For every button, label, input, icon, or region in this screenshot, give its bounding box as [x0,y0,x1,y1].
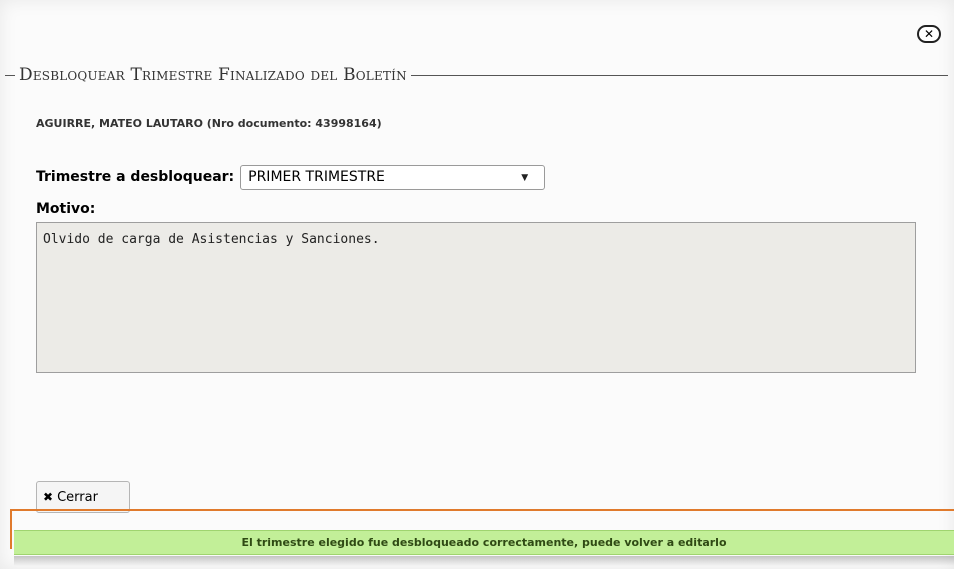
trimestre-row: Trimestre a desbloquear: PRIMER TRIMESTR… [36,164,546,190]
unlock-dialog: ✕ Desbloquear Trimestre Finalizado del B… [0,0,954,569]
success-notification: El trimestre elegido fue desbloqueado co… [14,530,954,555]
legend-line [410,74,948,76]
success-message: El trimestre elegido fue desbloqueado co… [241,536,727,549]
trimestre-select[interactable]: PRIMER TRIMESTRE ▼ [240,164,546,190]
student-info: AGUIRRE, MATEO LAUTARO (Nro documento: 4… [36,117,382,130]
dialog-title: Desbloquear Trimestre Finalizado del Bol… [19,65,407,85]
legend-dash [5,74,15,76]
dialog-legend: Desbloquear Trimestre Finalizado del Bol… [5,62,954,88]
close-dialog-button[interactable]: ✕ [917,25,941,43]
trimestre-label: Trimestre a desbloquear: [36,169,235,185]
cerrar-label: Cerrar [57,489,98,505]
close-icon: ✕ [923,27,935,41]
motivo-textarea[interactable]: Olvido de carga de Asistencias y Sancion… [36,222,916,373]
bottom-shadow [14,556,954,566]
motivo-label: Motivo: [36,201,96,217]
x-icon: ✖ [43,490,54,504]
dropdown-arrow-icon: ▼ [521,172,529,183]
trimestre-selected-value: PRIMER TRIMESTRE [248,169,385,185]
